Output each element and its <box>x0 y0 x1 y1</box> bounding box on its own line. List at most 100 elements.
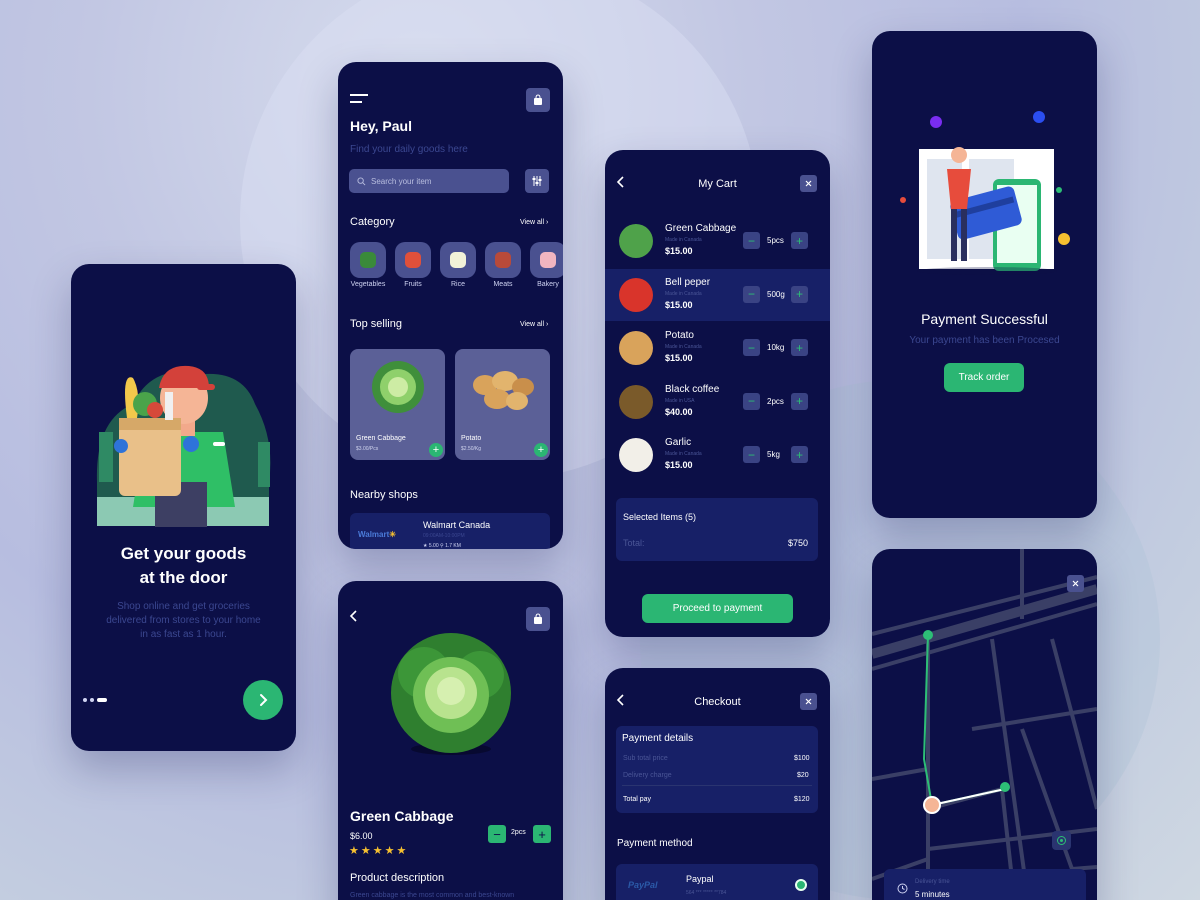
proceed-to-payment-button[interactable]: Proceed to payment <box>642 594 793 623</box>
product-price: $6.00 <box>350 831 373 841</box>
increase-button[interactable]: + <box>791 446 808 463</box>
cart-button[interactable] <box>526 88 550 112</box>
chevron-right-icon: › <box>544 321 549 328</box>
chevron-right-icon: › <box>544 219 549 226</box>
category-rice[interactable] <box>440 242 476 278</box>
cart-item-origin: Made in Canada <box>665 451 702 457</box>
divider <box>622 785 812 786</box>
category-bakery[interactable] <box>530 242 563 278</box>
increase-button[interactable]: + <box>533 825 551 843</box>
decrease-button[interactable]: − <box>743 339 760 356</box>
product-price: $2.50/Kg <box>461 446 482 452</box>
cart-item-name: Green Cabbage <box>665 223 737 234</box>
paypal-name: Paypal <box>686 874 714 884</box>
payment-method-title: Payment method <box>617 838 693 849</box>
shopping-bag-icon <box>534 94 542 105</box>
increase-button[interactable]: + <box>791 232 808 249</box>
increase-button[interactable]: + <box>791 339 808 356</box>
cart-item-image <box>619 277 653 312</box>
desc-line: in as fast as 1 hour. <box>140 629 227 640</box>
close-icon <box>1072 580 1079 587</box>
shop-name: Walmart Canada <box>423 520 491 530</box>
product-card-cabbage[interactable]: Green Cabbage $3.00/Pcs + <box>350 349 445 460</box>
payment-details-title: Payment details <box>622 733 694 744</box>
close-icon <box>805 698 812 705</box>
summary-box: Selected Items (5) Total: $750 <box>616 498 818 561</box>
desc-line: delivered from stores to your home <box>106 615 261 626</box>
payment-success-screen: Payment Successful Your payment has been… <box>872 31 1097 518</box>
add-to-cart-button[interactable]: + <box>534 443 548 457</box>
cart-item[interactable]: Potato Made in Canada $15.00 −10kg + <box>605 322 830 374</box>
total-pay-label: Total pay <box>623 796 652 803</box>
page-dot <box>83 698 87 702</box>
track-order-button[interactable]: Track order <box>944 363 1024 392</box>
cart-item-qty: 500g <box>767 289 785 299</box>
back-arrow-icon[interactable] <box>348 609 358 623</box>
category-label: Fruits <box>404 281 422 288</box>
courier-avatar[interactable] <box>923 796 941 814</box>
cart-item-name: Garlic <box>665 437 692 448</box>
cart-item[interactable]: Green Cabbage Made in Canada $15.00 −5pcs + <box>605 215 830 267</box>
cart-item-image <box>619 224 653 258</box>
category-fruits[interactable] <box>395 242 431 278</box>
top-selling-view-all[interactable]: View all › <box>520 321 548 328</box>
greeting: Hey, Paul <box>350 118 412 134</box>
category-meats[interactable] <box>485 242 521 278</box>
page-dot-active <box>97 698 107 702</box>
category-bakery-icon <box>540 252 556 268</box>
product-card-potato[interactable]: Potato $2.50/Kg + <box>455 349 550 460</box>
shop-card[interactable]: Walmart✳ Walmart Canada 09:00AM-10:00PM … <box>350 513 550 549</box>
product-detail-screen: Green Cabbage $6.00 ★★★★★ − 2pcs + Produ… <box>338 581 563 900</box>
description-text: Green cabbage is the most common and bes… <box>350 892 515 899</box>
page-dot <box>90 698 94 702</box>
increase-button[interactable]: + <box>791 285 808 303</box>
potato-image <box>473 371 534 410</box>
category-view-all[interactable]: View all › <box>520 219 548 226</box>
increase-button[interactable]: + <box>791 392 808 410</box>
add-to-cart-button[interactable]: + <box>429 443 443 457</box>
cart-item-name: Potato <box>665 330 694 341</box>
locate-button[interactable] <box>1052 831 1071 850</box>
filter-button[interactable] <box>525 169 549 193</box>
cart-button[interactable] <box>526 607 550 631</box>
subtotal-label: Sub total price <box>623 755 668 762</box>
view-all-label: View all <box>520 321 544 328</box>
delivery-label: Delivery charge <box>623 772 672 779</box>
cart-item-qty: 10kg <box>767 343 785 352</box>
decrease-button[interactable]: − <box>488 825 506 843</box>
close-button[interactable] <box>800 693 817 710</box>
decrease-button[interactable]: − <box>743 446 760 463</box>
cart-item[interactable]: Garlic Made in Canada $15.00 −5kg + <box>605 429 830 481</box>
filter-icon <box>532 176 542 186</box>
decrease-button[interactable]: − <box>743 232 760 249</box>
category-label: Bakery <box>537 281 559 288</box>
category-vegetables[interactable] <box>350 242 386 278</box>
next-button[interactable] <box>243 680 283 720</box>
search-bar[interactable]: Search your item <box>349 169 509 193</box>
nearby-title: Nearby shops <box>350 489 418 501</box>
cart-item-image <box>619 331 653 365</box>
decrease-button[interactable]: − <box>743 285 760 303</box>
checkout-title: Checkout <box>694 696 741 708</box>
radio-selected[interactable] <box>795 879 807 891</box>
onboarding-description: Shop online and get groceries delivered … <box>71 600 296 642</box>
home-screen: Hey, Paul Find your daily goods here Sea… <box>338 62 563 549</box>
delivery-label: Delivery time <box>915 879 950 885</box>
menu-icon[interactable] <box>350 94 368 104</box>
total-pay-value: $120 <box>794 796 810 803</box>
cart-item[interactable]: Bell peper Made in Canada $15.00 −500g + <box>605 268 830 321</box>
shop-meta: ★ 5.00 ⚲ 1.7 KM <box>423 543 461 549</box>
total-label: Total: <box>623 538 645 548</box>
close-button[interactable] <box>800 175 817 192</box>
category-rice-icon <box>450 252 466 268</box>
shop-hours: 09:00AM-10:00PM <box>423 533 465 539</box>
paypal-option[interactable]: PayPal Paypal 564 *** ***** **784 <box>616 864 818 900</box>
cart-item-name: Black coffee <box>665 383 720 395</box>
delivery-man-illustration <box>96 365 271 527</box>
cart-item-name: Bell peper <box>665 276 711 288</box>
cart-item[interactable]: Black coffee Made in USA $40.00 −2pcs + <box>605 376 830 428</box>
success-subtitle: Your payment has been Procesed <box>909 335 1060 346</box>
close-icon <box>805 180 812 187</box>
decrease-button[interactable]: − <box>743 392 760 410</box>
close-button[interactable] <box>1067 575 1084 592</box>
